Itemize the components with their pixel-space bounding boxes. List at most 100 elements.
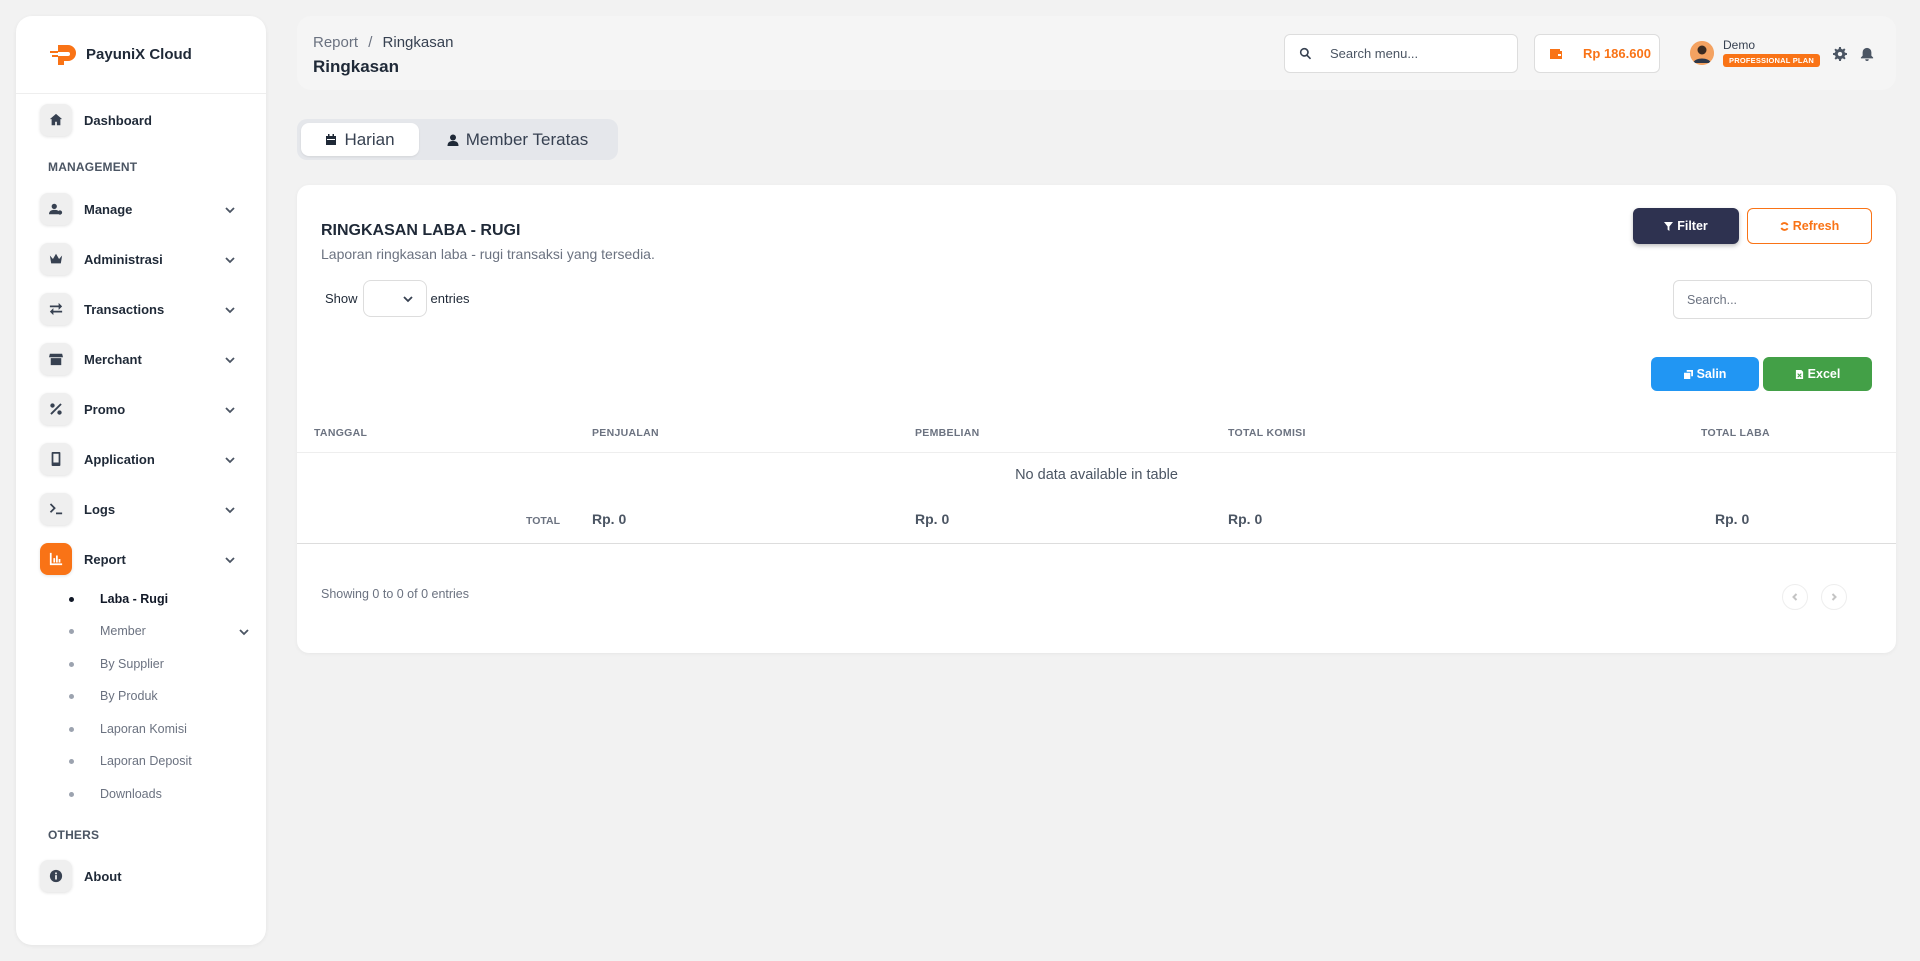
sidebar-item-logs[interactable]: Logs xyxy=(16,484,266,534)
entries-select[interactable] xyxy=(362,280,427,317)
sub-item-by-supplier[interactable]: By Supplier xyxy=(48,653,248,675)
search-icon xyxy=(1299,47,1312,60)
sub-item-laporan-deposit[interactable]: Laporan Deposit xyxy=(48,750,248,772)
sidebar-item-about[interactable]: About xyxy=(16,851,266,901)
chevron-down-icon xyxy=(224,203,236,215)
sidebar-item-manage[interactable]: Manage xyxy=(16,184,266,234)
chevron-down-icon xyxy=(224,553,236,565)
sub-item-by-produk[interactable]: By Produk xyxy=(48,685,248,707)
sidebar: PayuniX Cloud Dashboard MANAGEMENT Manag… xyxy=(16,16,266,945)
breadcrumb-separator: / xyxy=(368,34,373,51)
bell-icon[interactable] xyxy=(1860,47,1874,61)
chevron-down-icon xyxy=(238,625,250,637)
store-icon xyxy=(40,343,72,375)
search-menu-box[interactable] xyxy=(1284,34,1518,73)
total-penjualan: Rp. 0 xyxy=(592,511,627,527)
breadcrumb: Report / Ringkasan xyxy=(313,34,453,51)
entries-label: entries xyxy=(430,291,470,306)
brand-name: PayuniX Cloud xyxy=(86,46,192,63)
report-card: RINGKASAN LABA - RUGI Laporan ringkasan … xyxy=(297,185,1896,653)
column-header-tanggal[interactable]: TANGGAL xyxy=(314,427,367,439)
column-header-pembelian[interactable]: PEMBELIAN xyxy=(915,427,980,439)
show-entries: Show entries xyxy=(325,280,470,317)
pagination-prev[interactable] xyxy=(1782,584,1808,610)
excel-button[interactable]: Excel xyxy=(1763,357,1872,391)
topbar: Report / Ringkasan Ringkasan Rp 186.600 … xyxy=(297,16,1896,90)
sub-item-laba-rugi[interactable]: Laba - Rugi xyxy=(48,588,248,610)
bullet-dot xyxy=(69,693,74,699)
column-header-total-laba[interactable]: TOTAL LABA xyxy=(1701,427,1770,439)
excel-button-label: Excel xyxy=(1807,367,1841,381)
user-icon xyxy=(447,134,459,146)
sidebar-item-label: Manage xyxy=(84,201,133,217)
sidebar-item-transactions[interactable]: Transactions xyxy=(16,284,266,334)
sidebar-item-merchant[interactable]: Merchant xyxy=(16,334,266,384)
pagination-next[interactable] xyxy=(1821,584,1847,610)
file-excel-icon xyxy=(1795,369,1803,379)
bullet-dot xyxy=(69,628,74,634)
filter-button-label: Filter xyxy=(1677,219,1708,233)
sub-item-label: By Supplier xyxy=(100,657,164,671)
chevron-left-icon xyxy=(1792,593,1798,601)
chart-icon xyxy=(40,543,72,575)
sidebar-item-application[interactable]: Application xyxy=(16,434,266,484)
sub-item-member[interactable]: Member xyxy=(48,620,250,642)
bullet-dot xyxy=(69,726,74,732)
brand[interactable]: PayuniX Cloud xyxy=(16,16,266,94)
breadcrumb-parent[interactable]: Report xyxy=(313,34,358,51)
user-name[interactable]: Demo xyxy=(1723,38,1755,52)
home-icon xyxy=(40,104,72,136)
sub-item-label: Laporan Deposit xyxy=(100,754,192,768)
refresh-icon xyxy=(1780,221,1789,231)
refresh-button[interactable]: Refresh xyxy=(1747,208,1872,244)
sub-item-label: Downloads xyxy=(100,787,162,801)
view-tabs: Harian Member Teratas xyxy=(297,119,618,160)
total-komisi: Rp. 0 xyxy=(1228,511,1263,527)
chevron-down-icon xyxy=(224,303,236,315)
sidebar-item-label: Logs xyxy=(84,501,116,517)
balance-amount: Rp 186.600 xyxy=(1583,46,1651,61)
chevron-down-icon xyxy=(224,253,236,265)
search-menu-input[interactable] xyxy=(1330,46,1500,61)
table-search-input[interactable] xyxy=(1673,280,1872,319)
avatar[interactable] xyxy=(1690,41,1714,65)
salin-button[interactable]: Salin xyxy=(1651,357,1759,391)
total-laba: Rp. 0 xyxy=(1715,511,1750,527)
sub-item-downloads[interactable]: Downloads xyxy=(48,783,248,805)
tab-member-teratas[interactable]: Member Teratas xyxy=(421,123,614,156)
gear-icon[interactable] xyxy=(1833,47,1847,61)
chevron-down-icon xyxy=(224,503,236,515)
bullet-dot xyxy=(69,661,74,667)
column-header-total-komisi[interactable]: TOTAL KOMISI xyxy=(1228,427,1306,439)
wallet-balance[interactable]: Rp 186.600 xyxy=(1534,34,1660,73)
no-data-message: No data available in table xyxy=(1015,467,1178,483)
mobile-icon xyxy=(40,443,72,475)
showing-info: Showing 0 to 0 of 0 entries xyxy=(321,587,470,601)
sub-item-laporan-komisi[interactable]: Laporan Komisi xyxy=(48,718,248,740)
sub-item-label: Member xyxy=(100,624,146,638)
crown-icon xyxy=(40,243,72,275)
sidebar-item-label: Merchant xyxy=(84,351,142,367)
sidebar-item-dashboard[interactable]: Dashboard xyxy=(16,95,266,145)
wallet-icon xyxy=(1550,48,1562,59)
bullet-dot xyxy=(69,596,74,602)
sidebar-item-administrasi[interactable]: Administrasi xyxy=(16,234,266,284)
user-gear-icon xyxy=(40,193,72,225)
sub-item-label: Laporan Komisi xyxy=(100,722,187,736)
sidebar-item-report[interactable]: Report xyxy=(16,534,266,584)
sub-item-label: Laba - Rugi xyxy=(100,592,169,606)
page-title: Ringkasan xyxy=(313,57,399,76)
tab-label: Member Teratas xyxy=(465,129,589,149)
salin-button-label: Salin xyxy=(1696,367,1727,381)
total-label: TOTAL xyxy=(526,515,561,527)
chevron-down-icon xyxy=(224,403,236,415)
terminal-icon xyxy=(40,493,72,525)
sidebar-item-label: Dashboard xyxy=(84,112,152,128)
sidebar-item-label: Promo xyxy=(84,401,126,417)
filter-button[interactable]: Filter xyxy=(1633,208,1739,244)
sidebar-item-promo[interactable]: Promo xyxy=(16,384,266,434)
plan-badge: PROFESSIONAL PLAN xyxy=(1723,54,1820,67)
column-header-penjualan[interactable]: PENJUALAN xyxy=(592,427,659,439)
chevron-down-icon xyxy=(402,295,413,302)
tab-harian[interactable]: Harian xyxy=(301,123,419,156)
